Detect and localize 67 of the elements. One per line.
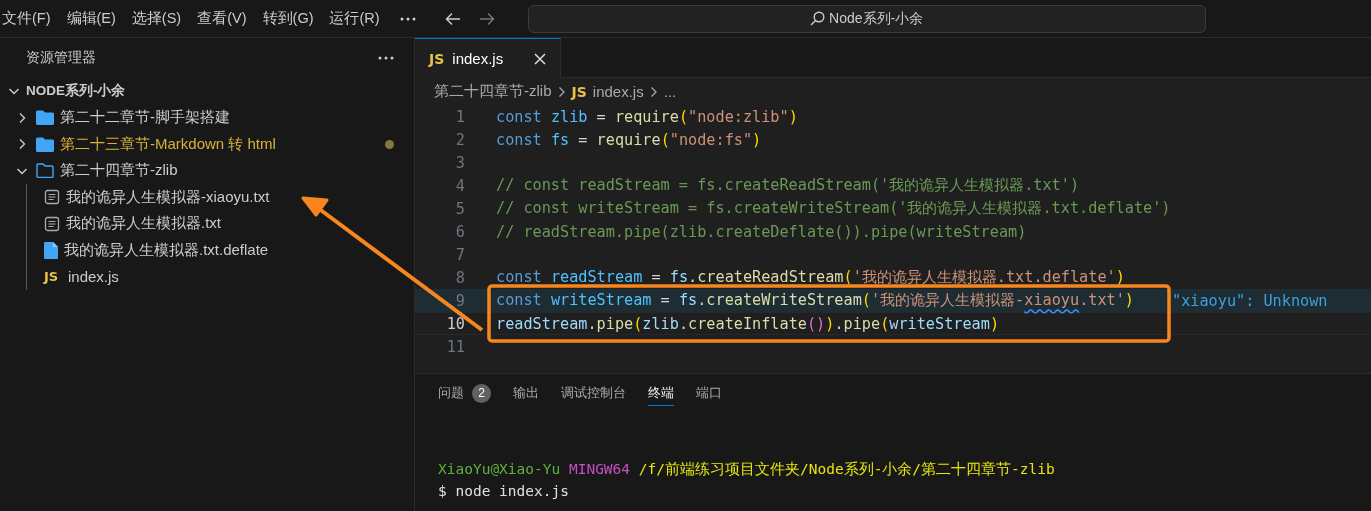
command-center-search[interactable]: Node系列-小余 [527,4,1206,33]
js-file-icon: JS [571,83,587,100]
menu-item[interactable]: 文件(F) [0,9,59,28]
code-line: // readStream.pipe(zlib.createDeflate()).pipe(writeStream) [496,222,1027,241]
breadcrumb-item[interactable]: index.js [592,83,644,100]
file-icon [44,241,58,259]
more-icon[interactable] [399,16,416,21]
close-icon[interactable] [534,52,546,65]
line-number: 4 [454,176,465,195]
code-line: // const writeStream = fs.createWriteStream('我的诡异人生模拟器.txt.deflate') [496,198,1171,219]
menu-item[interactable]: 编辑(E) [58,9,124,28]
chevron-right-icon [649,85,658,98]
tree-item[interactable]: 第二十二章节-脚手架搭建 [60,108,230,128]
menu-item[interactable]: 查看(V) [189,9,255,28]
modified-dot-icon [385,139,394,149]
terminal-line: XiaoYu@Xiao-Yu MINGW64 /f/前端练习项目文件夹/Node系列-小余/第二十四章节-zlib [438,459,1056,479]
panel-tab[interactable]: 调试控制台 [561,380,626,406]
text-file-icon [44,215,60,232]
line-number: 1 [454,107,465,126]
menu-item[interactable]: 转到(G) [254,9,322,28]
code-line: // const readStream = fs.createReadStream('我的诡异人生模拟器.txt') [496,175,1080,196]
inline-diagnostic: "xiaoyu": Unknown [1172,291,1328,310]
line-number: 9 [454,291,465,310]
line-number: 3 [454,153,465,172]
line-number: 10 [445,314,465,333]
tree-item[interactable]: 第二十三章节-Markdown 转 html [60,134,276,154]
line-number: 2 [454,130,465,149]
more-icon[interactable] [378,56,394,60]
terminal-line: $ node index.js [438,482,570,501]
tree-item[interactable]: index.js [68,268,119,286]
panel-tab[interactable]: 端口 [696,380,722,406]
folder-outline-icon [36,163,54,179]
tree-item[interactable]: NODE系列-小余 [26,82,126,101]
line-number: 6 [454,222,465,241]
js-file-icon: JS [429,50,445,67]
text-file-icon [44,189,60,206]
panel-tab[interactable]: 终端 [648,380,674,406]
line-number: 8 [454,268,465,287]
line-number: 7 [454,245,465,264]
tree-item[interactable]: 我的诡异人生模拟器.txt [66,214,221,234]
breadcrumb-item[interactable]: 第二十四章节-zlib [434,82,552,101]
chevron-right-icon [557,85,566,98]
explorer-title: 资源管理器 [26,49,96,67]
code-line: const readStream = fs.createReadStream('我的诡异人生模拟器.txt.deflate') [496,267,1125,288]
search-icon [810,11,826,26]
count-badge: 2 [472,383,491,403]
panel-tab[interactable]: 问题 2 [438,380,491,406]
breadcrumb-item[interactable]: ... [663,83,677,100]
menu-item[interactable]: 选择(S) [123,9,190,28]
folder-icon [36,136,54,152]
tree-item[interactable]: 我的诡异人生模拟器.txt.deflate [64,240,269,260]
panel-tab[interactable]: 输出 [513,380,539,406]
forward-arrow-icon[interactable] [478,11,495,26]
code-line: const zlib = require("node:zlib") [496,107,798,126]
js-file-icon: JS [44,269,62,285]
line-number: 5 [454,199,465,218]
back-arrow-icon[interactable] [444,11,461,26]
code-line: const fs = require("node:fs") [496,130,762,149]
folder-icon [36,110,54,126]
tree-item[interactable]: 第二十四章节-zlib [60,161,178,181]
editor-tab[interactable]: JS index.js [415,38,561,78]
code-line: const writeStream = fs.createWriteStream('我的诡异人生模拟器-xiaoyu.txt') [496,290,1134,311]
code-line: readStream.pipe(zlib.createInflate()).pipe(writeStream) [496,314,1000,333]
tree-item[interactable]: 我的诡异人生模拟器-xiaoyu.txt [66,187,270,207]
line-number: 11 [445,337,465,356]
menu-item[interactable]: 运行(R) [321,9,388,28]
search-text: Node系列-小余 [829,9,924,28]
